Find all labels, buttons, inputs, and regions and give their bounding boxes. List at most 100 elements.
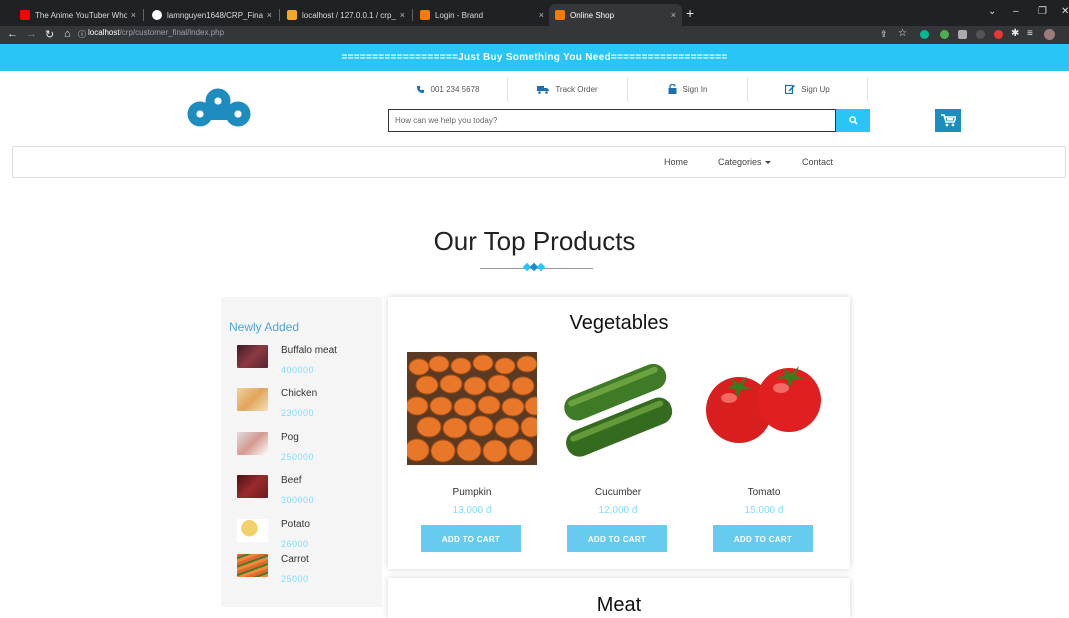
cart-button[interactable] bbox=[935, 109, 961, 132]
list-item[interactable]: Potato 26000 bbox=[237, 519, 377, 559]
product-image-tomato[interactable] bbox=[699, 352, 829, 465]
product-thumbnail[interactable] bbox=[237, 475, 268, 498]
search-icon bbox=[848, 116, 858, 125]
promo-banner: ===================Just Buy Something Yo… bbox=[0, 44, 1069, 71]
panel-title: Vegetables bbox=[569, 312, 669, 334]
address-bar: ← → ↻ ⌂ ⓘ localhost/crp/customer_final/i… bbox=[0, 26, 1069, 44]
puzzle-icon[interactable]: ✱ bbox=[1011, 28, 1019, 39]
nav-home[interactable]: Home bbox=[664, 147, 688, 177]
close-icon[interactable]: × bbox=[539, 10, 544, 20]
sign-up-link[interactable]: Sign Up bbox=[748, 77, 868, 101]
site-logo[interactable] bbox=[186, 88, 254, 133]
list-item[interactable]: Buffalo meat 400000 bbox=[237, 345, 377, 385]
url-field[interactable]: localhost/crp/customer_final/index.php bbox=[88, 28, 224, 37]
reading-list-icon[interactable]: ≡ bbox=[1027, 28, 1033, 39]
search-input[interactable]: How can we help you today? bbox=[388, 109, 836, 132]
sign-in-label: Sign In bbox=[682, 84, 708, 94]
nav-categories[interactable]: Categories bbox=[718, 147, 771, 177]
tab-title: lamnguyen1648/CRP_Final bbox=[167, 10, 263, 20]
browser-tab[interactable]: The Anime YouTuber Who KILL × bbox=[14, 4, 142, 26]
search-button[interactable] bbox=[836, 109, 870, 132]
minimize-icon[interactable]: – bbox=[1013, 6, 1019, 17]
reload-icon[interactable]: ↻ bbox=[45, 28, 54, 41]
nav-contact[interactable]: Contact bbox=[802, 147, 833, 177]
close-icon[interactable]: × bbox=[131, 10, 136, 20]
extension-icon[interactable] bbox=[940, 30, 949, 39]
product-name[interactable]: Pumpkin bbox=[407, 487, 537, 498]
product-image-cucumber[interactable] bbox=[553, 352, 683, 465]
product-card: Pumpkin 13,000 đ ADD TO CART bbox=[407, 352, 537, 572]
product-thumbnail[interactable] bbox=[237, 519, 268, 542]
item-price: 300000 bbox=[281, 495, 315, 505]
extension-icon[interactable] bbox=[994, 30, 1003, 39]
edit-icon bbox=[785, 84, 796, 94]
close-window-icon[interactable]: ✕ bbox=[1061, 6, 1069, 17]
lock-icon bbox=[668, 84, 677, 94]
main-navbar: Home Categories Contact bbox=[12, 146, 1066, 178]
product-price: 12,000 đ bbox=[598, 505, 638, 516]
item-name[interactable]: Pog bbox=[281, 432, 299, 443]
browser-tab-active[interactable]: Online Shop × bbox=[549, 4, 682, 26]
category-panel-vegetables: Vegetables Pumpkin 13,000 đ ADD TO CART … bbox=[388, 297, 850, 569]
item-name[interactable]: Carrot bbox=[281, 554, 309, 565]
share-icon[interactable]: ⇪ bbox=[880, 29, 888, 40]
browser-tab[interactable]: Login - Brand × bbox=[414, 4, 550, 26]
browser-tab-bar: The Anime YouTuber Who KILL × lamnguyen1… bbox=[0, 0, 1069, 26]
new-tab-icon[interactable]: + bbox=[686, 5, 694, 21]
close-icon[interactable]: × bbox=[267, 10, 272, 20]
youtube-icon bbox=[20, 10, 30, 20]
header-top-links: 001 234 5678 Track Order Sign In Sign Up bbox=[388, 77, 868, 101]
product-price: 13,000 đ bbox=[452, 505, 492, 516]
blogger-icon bbox=[420, 10, 430, 20]
tab-title: The Anime YouTuber Who KILL bbox=[35, 10, 127, 20]
panel-title: Meat bbox=[596, 594, 642, 616]
product-thumbnail[interactable] bbox=[237, 388, 268, 411]
back-arrow-icon[interactable]: ← bbox=[7, 28, 18, 40]
product-name[interactable]: Cucumber bbox=[553, 487, 683, 498]
close-icon[interactable]: × bbox=[400, 10, 405, 20]
sign-in-link[interactable]: Sign In bbox=[628, 77, 748, 101]
add-to-cart-button[interactable]: ADD TO CART bbox=[421, 525, 521, 552]
product-thumbnail[interactable] bbox=[237, 345, 268, 368]
browser-tab[interactable]: lamnguyen1648/CRP_Final × bbox=[146, 4, 278, 26]
close-icon[interactable]: × bbox=[671, 10, 676, 20]
add-to-cart-button[interactable]: ADD TO CART bbox=[713, 525, 813, 552]
item-name[interactable]: Potato bbox=[281, 519, 310, 530]
restore-icon[interactable]: ❐ bbox=[1038, 6, 1047, 17]
star-icon[interactable]: ☆ bbox=[898, 28, 907, 39]
blogger-icon bbox=[555, 10, 565, 20]
category-panel-meat: Meat bbox=[388, 578, 850, 618]
extension-icon[interactable] bbox=[976, 30, 985, 39]
tab-title: localhost / 127.0.0.1 / crp_final | bbox=[302, 10, 396, 20]
avatar[interactable] bbox=[1044, 29, 1055, 40]
url-host: localhost bbox=[88, 28, 120, 37]
phone-icon bbox=[416, 85, 424, 93]
list-item[interactable]: Carrot 25000 bbox=[237, 554, 377, 594]
chevron-down-icon[interactable]: ⌄ bbox=[988, 6, 996, 17]
product-thumbnail[interactable] bbox=[237, 432, 268, 455]
product-name[interactable]: Tomato bbox=[699, 487, 829, 498]
item-price: 230000 bbox=[281, 408, 315, 418]
home-icon[interactable]: ⌂ bbox=[64, 28, 71, 40]
item-name[interactable]: Chicken bbox=[281, 388, 317, 399]
section-title: Our Top Products bbox=[433, 226, 636, 256]
track-order-link[interactable]: Track Order bbox=[508, 77, 628, 101]
info-icon[interactable]: ⓘ bbox=[78, 29, 86, 40]
item-price: 250000 bbox=[281, 452, 315, 462]
list-item[interactable]: Chicken 230000 bbox=[237, 388, 377, 428]
newly-added-sidebar: Newly Added Buffalo meat 400000 Chicken … bbox=[221, 297, 382, 607]
product-image-pumpkin[interactable] bbox=[407, 352, 537, 465]
item-name[interactable]: Buffalo meat bbox=[281, 345, 337, 356]
add-to-cart-button[interactable]: ADD TO CART bbox=[567, 525, 667, 552]
extension-icon[interactable] bbox=[920, 30, 929, 39]
list-item[interactable]: Pog 250000 bbox=[237, 432, 377, 472]
extension-icon[interactable] bbox=[958, 30, 967, 39]
browser-tab[interactable]: localhost / 127.0.0.1 / crp_final | × bbox=[281, 4, 411, 26]
phone-contact[interactable]: 001 234 5678 bbox=[388, 77, 508, 101]
caret-down-icon bbox=[764, 161, 771, 165]
list-item[interactable]: Beef 300000 bbox=[237, 475, 377, 515]
forward-arrow-icon[interactable]: → bbox=[26, 28, 37, 40]
product-thumbnail[interactable] bbox=[237, 554, 268, 577]
tab-title: Login - Brand bbox=[435, 10, 484, 20]
item-name[interactable]: Beef bbox=[281, 475, 302, 486]
